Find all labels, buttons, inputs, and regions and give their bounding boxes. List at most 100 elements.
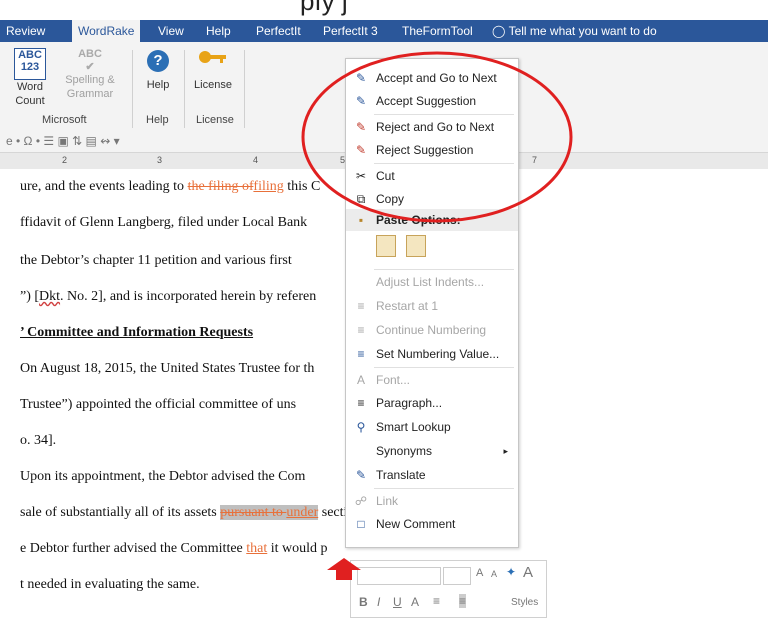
- document-line: t needed in evaluating the same.: [20, 577, 200, 592]
- paste-picture-icon[interactable]: [406, 235, 426, 257]
- license-button[interactable]: License: [188, 50, 238, 92]
- word-count-icon: ABC 123: [14, 48, 46, 80]
- format-painter-icon[interactable]: ✦: [506, 565, 516, 579]
- numbering-icon: ≡: [357, 347, 365, 361]
- document-line: ffidavit of Glenn Langberg, filed under …: [20, 215, 308, 230]
- document-line: ”) [Dkt. No. 2], and is incorporated her…: [20, 289, 316, 305]
- cropped-title-text: pfy j: [300, 0, 348, 16]
- menu-separator: [374, 367, 514, 368]
- text-run: . No. 2], and is incorporated herein by …: [60, 289, 317, 304]
- tab-help[interactable]: Help: [200, 20, 237, 42]
- menu-item-accept[interactable]: ✎ Accept Suggestion: [346, 90, 518, 112]
- smart-lookup-icon: ⚲: [356, 420, 366, 434]
- tracked-deletion: that: [246, 541, 268, 556]
- format-icons: e • Ω • ☰ ▣ ⇅ ▤ ↭ ▾: [6, 134, 120, 148]
- spelling-flag: Dkt: [39, 289, 61, 304]
- context-menu: ✎ Accept and Go to Next ✎ Accept Suggestio…: [345, 58, 519, 548]
- styles-label[interactable]: Styles: [511, 597, 538, 608]
- text-run: this C: [283, 179, 321, 194]
- menu-item-label: Accept Suggestion: [376, 94, 477, 108]
- grow-font-button[interactable]: A: [476, 567, 483, 579]
- reject-next-icon: ✎: [355, 120, 367, 134]
- menu-item-label: Smart Lookup: [376, 420, 451, 434]
- tab-perfectit-3[interactable]: PerfectIt 3: [317, 20, 384, 42]
- menu-item-adjust-list-indents[interactable]: Adjust List Indents...: [346, 271, 518, 293]
- text-run: e Debtor further advised the Committee: [20, 541, 247, 556]
- group-divider: [132, 50, 133, 128]
- menu-item-label: Adjust List Indents...: [376, 275, 485, 289]
- menu-item-font[interactable]: A Font...: [346, 369, 518, 391]
- menu-item-label: Continue Numbering: [376, 323, 487, 337]
- ruler-mark: 2: [62, 155, 68, 165]
- key-icon: [188, 50, 238, 72]
- link-icon: ☍: [354, 494, 368, 508]
- document-line: ure, and the events leading to the filin…: [20, 179, 320, 195]
- word-count-icon-top: ABC: [18, 49, 42, 61]
- menu-item-reject-next[interactable]: ✎ Reject and Go to Next: [346, 116, 518, 138]
- italic-button[interactable]: I: [377, 595, 380, 609]
- tab-theformtool[interactable]: TheFormTool: [396, 20, 479, 42]
- spelling-grammar-button[interactable]: ABC ✔ Spelling & Grammar: [60, 48, 120, 101]
- document-line: e Debtor further advised the Committee t…: [20, 541, 328, 557]
- comment-icon: □: [357, 517, 365, 531]
- shrink-font-button[interactable]: A: [491, 569, 497, 579]
- menu-item-set-numbering-value[interactable]: ≡ Set Numbering Value...: [346, 343, 518, 365]
- word-count-icon-bottom: 123: [20, 61, 40, 73]
- menu-item-restart-at-1[interactable]: ≡ Restart at 1: [346, 295, 518, 317]
- document-line: the Debtor’s chapter 11 petition and var…: [20, 253, 292, 268]
- paste-keep-formatting-icon[interactable]: [376, 235, 396, 257]
- numbering-list-icon[interactable]: ≡: [459, 594, 467, 608]
- font-color-button[interactable]: A: [411, 595, 419, 609]
- menu-item-new-comment[interactable]: □ New Comment: [346, 513, 518, 535]
- bullets-icon[interactable]: ≡: [433, 594, 440, 608]
- menu-item-copy[interactable]: ⧉ Copy: [346, 188, 518, 210]
- continue-icon: ≡: [357, 323, 365, 337]
- help-label: Help: [146, 79, 170, 91]
- menu-item-label: Reject and Go to Next: [376, 120, 495, 134]
- tab-review[interactable]: Review: [0, 20, 51, 42]
- menu-separator: [374, 269, 514, 270]
- menu-separator: [374, 114, 514, 115]
- menu-item-synonyms[interactable]: Synonyms ▸: [346, 440, 518, 462]
- menu-item-translate[interactable]: ✎ Translate: [346, 464, 518, 486]
- menu-item-label: Synonyms: [376, 444, 433, 458]
- menu-separator: [374, 488, 514, 489]
- bold-button[interactable]: B: [359, 595, 368, 609]
- menu-item-cut[interactable]: ✂ Cut: [346, 165, 518, 187]
- text-run: ”) [: [20, 289, 40, 304]
- word-count-label: Word Count: [15, 81, 45, 107]
- ruler-mark: 7: [532, 155, 538, 165]
- word-count-button[interactable]: ABC 123 Word Count: [10, 48, 50, 108]
- paragraph-icon: ≡: [357, 396, 365, 410]
- submenu-arrow-icon: ▸: [503, 446, 508, 456]
- document-line: Upon its appointment, the Debtor advised…: [20, 469, 306, 484]
- menu-item-accept-next[interactable]: ✎ Accept and Go to Next: [346, 67, 518, 89]
- tab-perfectit[interactable]: PerfectIt: [250, 20, 307, 42]
- tab-wordrake[interactable]: WordRake: [72, 20, 141, 42]
- menu-item-paragraph[interactable]: ≡ Paragraph...: [346, 392, 518, 414]
- paste-options-group: [376, 235, 476, 261]
- font-icon: A: [356, 373, 365, 387]
- tell-me-box[interactable]: ◯ Tell me what you want to do: [486, 20, 663, 42]
- menu-item-reject[interactable]: ✎ Reject Suggestion: [346, 139, 518, 161]
- license-label: License: [194, 79, 232, 91]
- menu-item-label: Copy: [376, 192, 405, 206]
- underline-button[interactable]: U: [393, 595, 402, 609]
- font-name-box[interactable]: [357, 567, 441, 585]
- menu-item-link[interactable]: ☍ Link: [346, 490, 518, 512]
- font-size-box[interactable]: [443, 567, 471, 585]
- spelling-icon-text: ABC: [78, 48, 102, 60]
- copy-icon: ⧉: [356, 192, 366, 206]
- translate-icon: ✎: [355, 468, 367, 482]
- menu-item-label: Paste Options:: [376, 213, 461, 227]
- styles-icon[interactable]: A: [523, 564, 533, 581]
- menu-item-continue-numbering[interactable]: ≡ Continue Numbering: [346, 319, 518, 341]
- menu-item-smart-lookup[interactable]: ⚲ Smart Lookup: [346, 416, 518, 438]
- section-heading: ’ Committee and Information Requests: [20, 325, 254, 340]
- group-label-license: License: [196, 114, 234, 126]
- help-button[interactable]: ? Help: [138, 50, 178, 92]
- lightbulb-icon: ◯: [492, 24, 506, 38]
- word-window: Review WordRake View Help PerfectIt Perf…: [0, 20, 768, 629]
- tab-view[interactable]: View: [152, 20, 190, 42]
- menu-item-label: Translate: [376, 468, 426, 482]
